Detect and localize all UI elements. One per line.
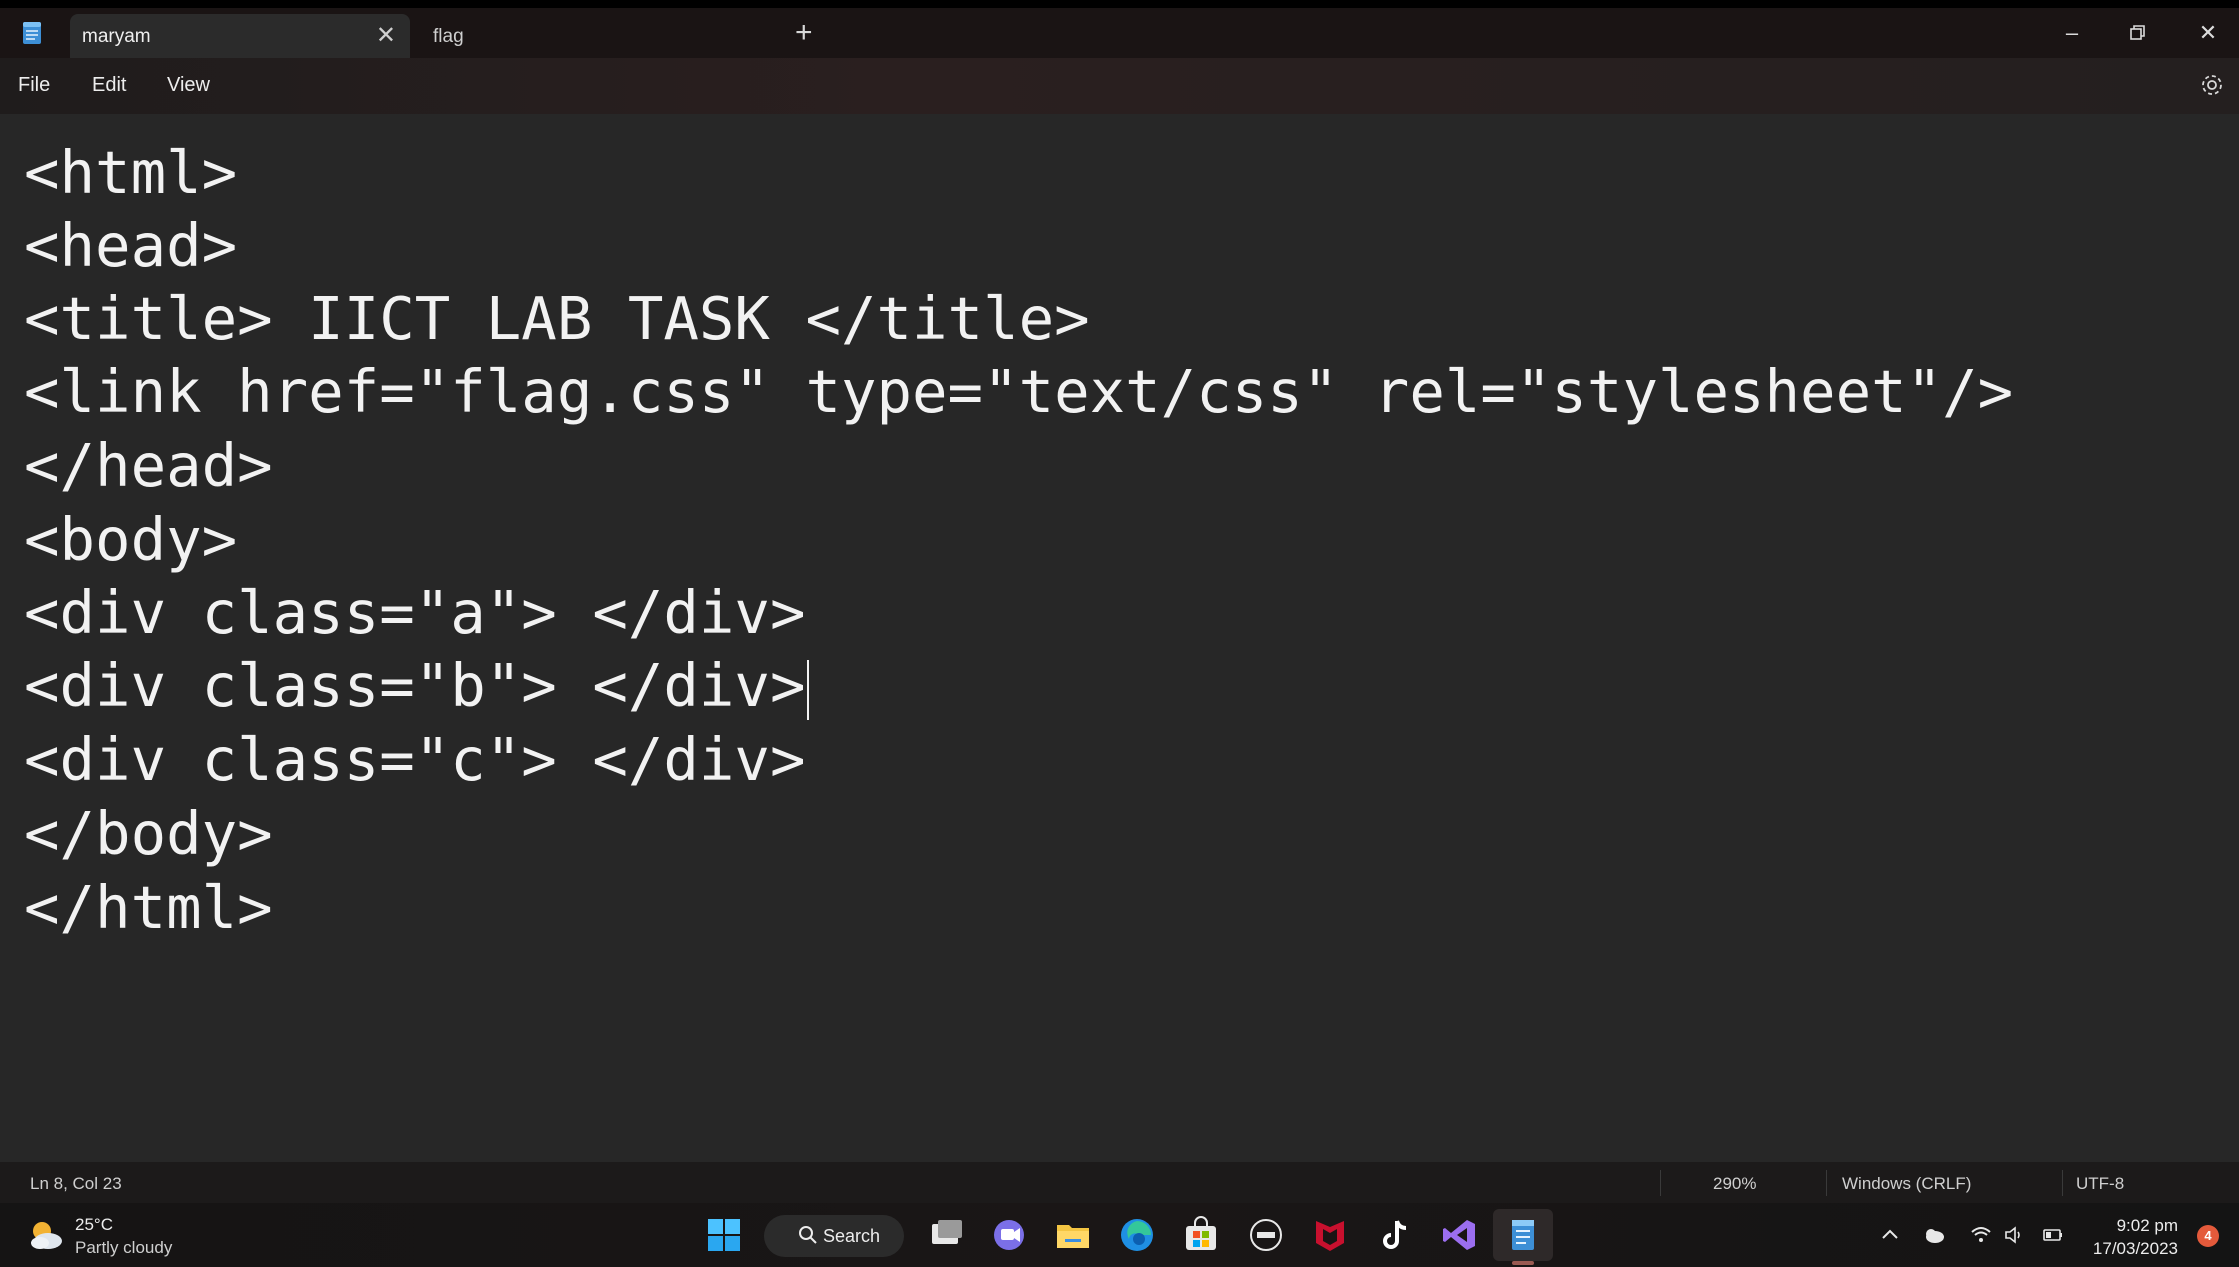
visual-studio-icon[interactable] [1439,1215,1479,1255]
weather-description: Partly cloudy [75,1238,173,1257]
windows-taskbar: 25°C Partly cloudy Search 9:02 pm 17/03/… [0,1203,2239,1267]
code-line: </head> [24,431,273,500]
tab-flag[interactable]: flag [420,14,770,58]
partly-cloudy-icon[interactable] [26,1217,66,1253]
chevron-up-icon[interactable] [1878,1223,1902,1247]
search-label: Search [823,1226,881,1246]
menu-view[interactable]: View [167,74,210,97]
tiktok-icon[interactable] [1375,1215,1415,1255]
code-line-current: <div class="b"> </div> [24,651,810,720]
code-line: <head> [24,211,238,280]
text-editor[interactable]: <html> <head> <title> IICT LAB TASK </ti… [0,114,2239,1162]
close-window-icon[interactable]: ✕ [2178,16,2238,50]
menu-bar: File Edit View [0,58,2239,114]
battery-icon[interactable] [2041,1223,2065,1247]
encoding: UTF-8 [2076,1174,2125,1193]
code-line: </body> [24,799,273,868]
status-separator [1660,1170,1661,1196]
active-app-indicator [1512,1261,1534,1265]
close-tab-icon[interactable]: ✕ [376,22,396,50]
dell-icon[interactable] [1246,1215,1286,1255]
restore-icon[interactable] [2108,16,2168,50]
status-separator [2062,1170,2063,1196]
volume-icon[interactable] [2002,1223,2026,1247]
zoom-level: 290% [1713,1174,1757,1193]
minimize-icon[interactable]: – [2042,16,2102,50]
notepad-icon [23,22,41,44]
status-separator [1826,1170,1827,1196]
clock-time[interactable]: 9:02 pm [2117,1216,2178,1236]
code-line-text: <div class="b"> </div> [24,651,806,720]
teams-chat-icon[interactable] [989,1215,1029,1255]
tab-label: maryam [82,26,151,47]
menu-edit[interactable]: Edit [92,74,126,97]
code-line: <div class="a"> </div> [24,578,806,647]
notification-badge[interactable]: 4 [2197,1225,2219,1247]
code-line: <link href="flag.css" type="text/css" re… [24,357,2014,426]
task-view-icon[interactable] [926,1215,966,1255]
new-tab-icon[interactable]: + [795,16,813,50]
settings-gear-icon[interactable] [2199,72,2225,98]
start-windows-icon[interactable] [704,1215,744,1255]
search-icon [799,1226,817,1244]
weather-temperature: 25°C [75,1215,113,1234]
code-line: <body> [24,505,238,574]
tab-maryam[interactable]: maryam ✕ [70,14,410,58]
title-bar: maryam ✕ flag + – ✕ [0,8,2239,58]
line-endings: Windows (CRLF) [1842,1174,1972,1193]
text-caret [807,659,810,720]
notepad-taskbar-icon[interactable] [1503,1215,1543,1255]
wifi-icon[interactable] [1969,1223,1993,1247]
code-line: <html> [24,138,238,207]
mcafee-icon[interactable] [1310,1215,1350,1255]
tab-label: flag [433,26,464,47]
onedrive-cloud-icon[interactable] [1922,1223,1946,1247]
cursor-position: Ln 8, Col 23 [30,1174,122,1193]
menu-file[interactable]: File [18,74,50,97]
code-line: <title> IICT LAB TASK </title> [24,284,1090,353]
code-line: </html> [24,873,273,942]
status-bar: Ln 8, Col 23 290% Windows (CRLF) UTF-8 [0,1162,2239,1203]
clock-date[interactable]: 17/03/2023 [2093,1239,2178,1259]
code-line: <div class="c"> </div> [24,725,806,794]
notepad-window: maryam ✕ flag + – ✕ File Edit View <html… [0,8,2239,1203]
microsoft-store-icon[interactable] [1181,1215,1221,1255]
file-explorer-icon[interactable] [1053,1215,1093,1255]
edge-browser-icon[interactable] [1117,1215,1157,1255]
